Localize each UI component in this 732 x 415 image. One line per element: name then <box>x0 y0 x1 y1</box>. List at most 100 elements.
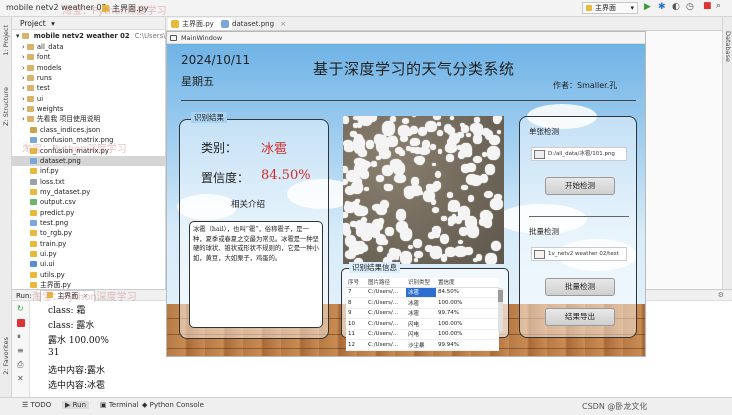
pause-icon[interactable]: ⏸ <box>17 333 25 341</box>
project-tool-tab[interactable]: 1: Project <box>2 25 10 56</box>
run-icon[interactable]: ▶ <box>644 2 651 12</box>
run-bottom-tab[interactable]: ▶ Run <box>62 401 90 409</box>
tree-item[interactable]: › test <box>12 83 166 93</box>
table-header-cell[interactable]: 置信度 <box>436 278 499 288</box>
tree-item[interactable]: predict.py <box>12 208 166 218</box>
start-detect-button[interactable]: 开始检测 <box>545 177 615 195</box>
table-scrollbar[interactable] <box>498 288 503 332</box>
batch-detect-button[interactable]: 批量检测 <box>545 278 615 296</box>
run-config-selector[interactable]: 主界面 ▾ <box>582 2 638 14</box>
project-panel-title: Project <box>20 19 46 28</box>
rerun-icon[interactable]: ↻ <box>17 305 25 313</box>
trash-icon[interactable]: ✕ <box>17 375 25 383</box>
table-row[interactable]: 9 C:/Users/... 冰雹 99.74% <box>346 308 499 319</box>
batch-path-field[interactable]: 1v_netv2 weather 02/test <box>531 247 627 261</box>
tree-item[interactable]: › font <box>12 52 166 62</box>
editor-area[interactable] <box>646 31 722 289</box>
tree-item[interactable]: › weights <box>12 104 166 114</box>
table-cell[interactable]: 沙尘暴 <box>406 339 436 351</box>
tree-item[interactable]: › ui <box>12 94 166 104</box>
tree-item[interactable]: ui.ui <box>12 259 166 269</box>
settings-gear-icon[interactable]: ⚙ <box>718 290 724 301</box>
table-cell[interactable]: 8 <box>346 297 366 309</box>
tree-item[interactable]: › models <box>12 63 166 73</box>
tree-item-label: ui <box>36 94 44 103</box>
table-cell[interactable]: 100.00% <box>436 297 499 309</box>
tree-item[interactable]: to_rgb.py <box>12 228 166 238</box>
coverage-icon[interactable]: ◐ <box>672 2 680 12</box>
table-cell[interactable]: C:/Users/... <box>366 318 406 330</box>
table-cell[interactable]: C:/Users/... <box>366 308 406 319</box>
tree-item[interactable]: › 先看我 项目使用说明 <box>12 114 166 124</box>
run-config-label: 主界面 <box>595 4 616 12</box>
debug-icon[interactable]: ✱ <box>658 2 666 12</box>
close-icon[interactable]: × <box>280 20 286 28</box>
table-cell[interactable]: 9 <box>346 308 366 319</box>
tree-item[interactable]: my_dataset.py <box>12 187 166 197</box>
table-cell[interactable]: 100.00% <box>436 318 499 330</box>
tree-item[interactable]: train.py <box>12 239 166 249</box>
project-panel-header[interactable]: Project ▾ <box>12 17 165 30</box>
table-cell[interactable]: C:/Users/... <box>366 287 406 298</box>
terminal-tab[interactable]: ▣ Terminal <box>100 401 138 409</box>
tree-item[interactable]: dataset.png <box>12 155 166 166</box>
database-tool-tab[interactable]: Database <box>724 31 732 62</box>
profile-icon[interactable]: ◷ <box>686 2 694 12</box>
table-scrollbar-thumb[interactable] <box>498 290 503 302</box>
main-title: 基于深度学习的天气分类系统 <box>313 60 515 78</box>
table-header-cell[interactable]: 序号 <box>346 278 366 288</box>
table-header-cell[interactable]: 图片路径 <box>366 278 406 288</box>
print-icon[interactable]: ⎙ <box>17 361 25 369</box>
table-cell[interactable]: 闪电 <box>406 329 436 340</box>
table-header-cell[interactable]: 识别类型 <box>406 278 436 288</box>
table-cell[interactable]: 99.94% <box>436 339 499 351</box>
table-cell[interactable]: C:/Users/... <box>366 297 406 309</box>
hailstone <box>370 161 377 167</box>
tree-item[interactable]: class_indices.json <box>12 125 166 135</box>
table-row[interactable]: 11 C:/Users/... 闪电 100.00% <box>346 329 499 340</box>
table-cell[interactable]: 10 <box>346 318 366 330</box>
tree-item[interactable]: loss.txt <box>12 177 166 187</box>
results-table-title: 识别结果信息 <box>349 262 400 273</box>
table-cell[interactable]: 冰雹 <box>406 297 436 309</box>
tree-item[interactable]: ui.py <box>12 249 166 259</box>
table-cell[interactable]: 冰雹 <box>406 308 436 319</box>
search-icon[interactable]: ⌕ <box>716 1 721 11</box>
table-cell[interactable]: 84.50% <box>436 287 499 298</box>
tab-dataset-png[interactable]: dataset.png × <box>218 18 292 30</box>
project-root-row[interactable]: ▾ mobile netv2 weather 02 C:\Users\long\ <box>12 31 166 41</box>
soft-wrap-icon[interactable]: ≡ <box>17 347 25 355</box>
structure-tool-tab[interactable]: Z: Structure <box>2 87 10 126</box>
table-cell[interactable]: 100.00% <box>436 329 499 340</box>
txt-file-icon <box>30 178 37 185</box>
table-cell[interactable]: 99.74% <box>436 308 499 319</box>
chevron-down-icon[interactable]: ▾ <box>51 19 55 28</box>
table-row[interactable]: 7 C:/Users/... 冰雹 84.50% <box>346 287 499 298</box>
tree-item[interactable]: output.csv <box>12 197 166 207</box>
export-results-button[interactable]: 结果导出 <box>545 308 615 326</box>
table-cell[interactable]: 7 <box>346 287 366 298</box>
table-cell[interactable]: 冰雹 <box>406 287 436 298</box>
tree-item[interactable]: inf.py <box>12 166 166 176</box>
stop-icon[interactable]: ■ <box>703 1 712 11</box>
todo-tab[interactable]: ☰ TODO <box>22 401 51 409</box>
table-cell[interactable]: 12 <box>346 339 366 351</box>
table-row[interactable]: 12 C:/Users/... 沙尘暴 99.94% <box>346 339 499 351</box>
results-table[interactable]: 序号 图片路径 识别类型 置信度 7 C:/Users/... 冰雹 84.50% 8 C… <box>346 278 499 351</box>
table-row[interactable]: 10 C:/Users/... 闪电 100.00% <box>346 318 499 330</box>
tree-item[interactable]: › runs <box>12 73 166 83</box>
table-cell[interactable]: C:/Users/... <box>366 339 406 351</box>
table-row[interactable]: 8 C:/Users/... 冰雹 100.00% <box>346 297 499 309</box>
table-cell[interactable]: C:/Users/... <box>366 329 406 340</box>
table-cell[interactable]: 11 <box>346 329 366 340</box>
tree-item[interactable]: test.png <box>12 218 166 228</box>
stop-icon[interactable] <box>17 319 25 327</box>
table-cell[interactable]: 闪电 <box>406 318 436 330</box>
favorites-tool-tab[interactable]: 2: Favorites <box>2 337 10 375</box>
app-titlebar[interactable]: MainWindow <box>167 32 645 44</box>
intro-textbox[interactable]: 冰雹（hail），也叫“雹”，俗称雹子，是一种，夏季或春夏之交最为常见。冰雹是一… <box>189 221 323 328</box>
single-path-field[interactable]: D:/all_data/冰雹/101.png <box>531 147 627 161</box>
python-console-tab[interactable]: ◆ Python Console <box>142 401 204 409</box>
tree-item[interactable]: utils.py <box>12 270 166 280</box>
tree-item[interactable]: › all_data <box>12 42 166 52</box>
